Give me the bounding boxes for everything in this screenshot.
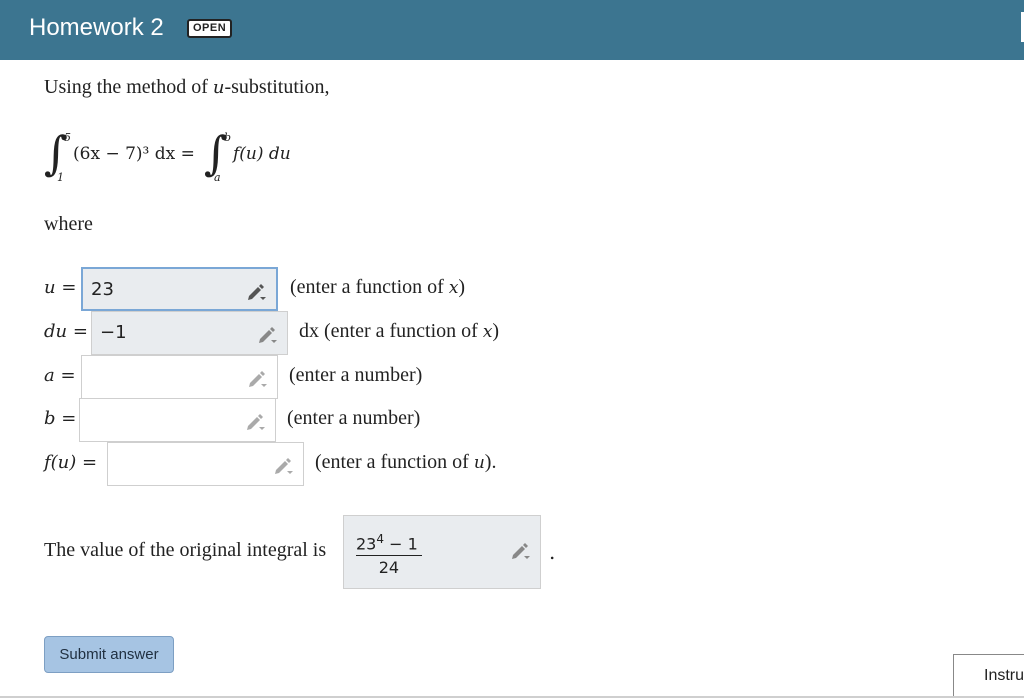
result-input[interactable]: 234 − 1 24 — [343, 515, 541, 589]
result-label: The value of the original integral is — [44, 539, 327, 561]
upper-limit-left: 5 — [64, 131, 71, 144]
instructions-tab[interactable]: Instructions — [953, 654, 1024, 698]
pencil-edit-icon[interactable] — [257, 326, 277, 344]
du-hint: dx (enter a function of x) — [299, 320, 500, 342]
u-hint: (enter a function of x) — [290, 276, 466, 298]
lower-limit-right: a — [214, 171, 221, 184]
integrand-right: f(u) du — [233, 144, 291, 164]
fu-hint: (enter a function of u). — [315, 451, 497, 473]
intro-variable: u — [212, 77, 225, 98]
homework-title: Homework 2 — [29, 14, 164, 41]
du-input[interactable]: −1 — [91, 311, 288, 355]
a-input[interactable] — [81, 355, 278, 399]
pencil-edit-icon[interactable] — [510, 542, 530, 560]
pencil-edit-icon[interactable] — [245, 413, 265, 431]
header-bar: Homework 2 OPEN — [0, 0, 1024, 60]
fraction-numerator: 234 − 1 — [356, 532, 422, 557]
submit-answer-button[interactable]: Submit answer — [44, 636, 174, 673]
lower-limit-left: 1 — [57, 171, 64, 184]
pencil-edit-icon[interactable] — [247, 370, 267, 388]
label-a: a = — [44, 365, 76, 386]
label-du: du = — [44, 321, 88, 342]
result-fraction: 234 − 1 24 — [356, 532, 422, 577]
a-hint: (enter a number) — [289, 364, 423, 386]
du-value: −1 — [100, 322, 127, 343]
intro-prefix: Using the method of — [44, 76, 213, 98]
where-label: where — [44, 213, 93, 235]
label-b: b = — [44, 408, 77, 429]
pencil-edit-icon[interactable] — [246, 283, 266, 301]
integral-equation: ∫ 5 1 (6x − 7)³ dx = ∫ b a f(u) du — [44, 128, 364, 188]
status-badge: OPEN — [187, 19, 233, 38]
label-fu: f(u) = — [44, 452, 98, 473]
integrand-left: (6x − 7)³ dx = — [73, 144, 195, 164]
upper-limit-right: b — [224, 131, 232, 144]
fu-input[interactable] — [107, 442, 304, 486]
pencil-edit-icon[interactable] — [273, 457, 293, 475]
problem-intro: Using the method of u-substitution, — [44, 76, 329, 99]
intro-suffix: -substitution, — [224, 76, 330, 98]
b-hint: (enter a number) — [287, 407, 421, 429]
label-u: u = — [44, 277, 77, 298]
u-value: 23 — [91, 279, 114, 300]
u-input[interactable]: 23 — [81, 267, 278, 311]
result-period: . — [549, 540, 556, 564]
fraction-denominator: 24 — [378, 558, 400, 578]
b-input[interactable] — [79, 398, 276, 442]
